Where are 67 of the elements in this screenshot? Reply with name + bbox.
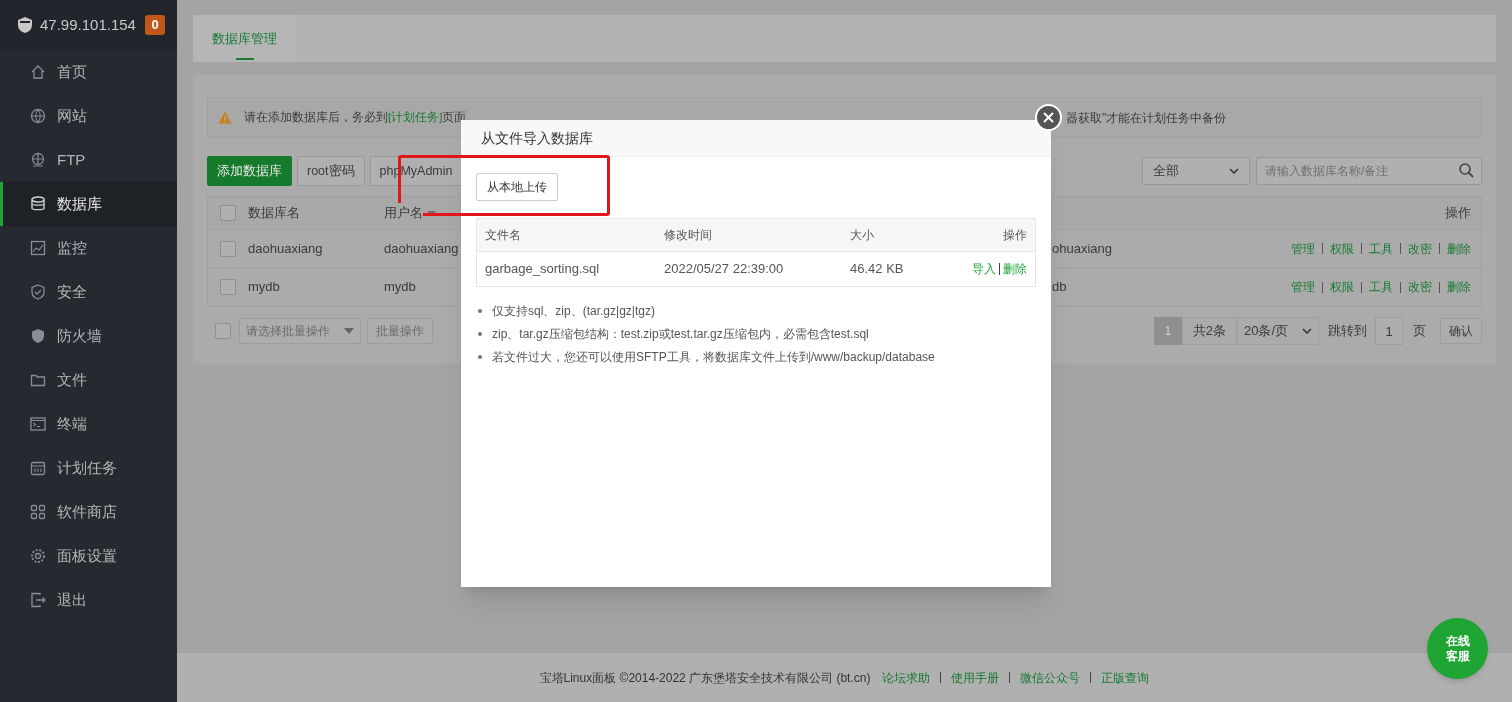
toolbar-button[interactable]: 添加数据库 — [207, 156, 292, 186]
batch-button[interactable]: 批量操作 — [367, 318, 433, 344]
action-link[interactable]: 删除 — [1447, 239, 1471, 258]
sidebar-item[interactable]: 软件商店 — [0, 490, 177, 534]
sidebar-item[interactable]: 终端 — [0, 402, 177, 446]
action-link[interactable]: 权限 — [1330, 278, 1354, 296]
goto-label: 跳转到 — [1328, 322, 1367, 341]
sidebar-item[interactable]: 面板设置 — [0, 534, 177, 578]
action-link[interactable]: 管理 — [1291, 278, 1315, 296]
column-header: 操作 — [1445, 204, 1472, 223]
action-link[interactable]: 删除 — [1003, 260, 1027, 278]
footer-link[interactable]: 正版查询 — [1101, 668, 1150, 687]
column-header: 大小 — [850, 227, 875, 244]
action-link[interactable]: 管理 — [1291, 239, 1315, 258]
sidebar-item[interactable]: 网站 — [0, 94, 177, 138]
sidebar-item[interactable]: 计划任务 — [0, 446, 177, 490]
column-header: 操作 — [1003, 227, 1027, 244]
note-text: 若文件过大，您还可以使用SFTP工具，将数据库文件上传到/www/backup/database — [492, 348, 935, 366]
action-link[interactable]: 导入 — [972, 260, 996, 278]
page-size-dropdown[interactable]: 20条/页 — [1237, 317, 1319, 345]
table-cell: daohuaxiang — [384, 240, 459, 256]
sidebar-item[interactable]: 安全 — [0, 270, 177, 314]
confirm-button[interactable]: 确认 — [1440, 318, 1482, 344]
upload-button[interactable]: 从本地上传 — [476, 173, 558, 201]
action-link[interactable]: 工具 — [1369, 239, 1393, 258]
footer-link[interactable]: 微信公众号 — [1020, 668, 1081, 687]
toolbar-button[interactable]: root密码 — [297, 156, 365, 186]
batch-dropdown[interactable]: 请选择批量操作 — [239, 318, 361, 344]
note-text: 仅支持sql、zip、(tar.gz|gz|tgz) — [492, 302, 655, 320]
total-count: 共2条 — [1181, 317, 1237, 345]
page-input[interactable]: 1 — [1375, 317, 1403, 345]
copyright-text: 宝塔Linux面板 ©2014-2022 广东堡塔安全技术有限公司 (bt.cn) — [539, 669, 871, 687]
table-cell-text: daohuaxiang — [248, 239, 324, 258]
sidebar-item[interactable]: FTP — [0, 138, 177, 182]
note-text: zip、tar.gz压缩包结构：test.zip或test.tar.gz压缩包内，必需包含test.sql — [492, 325, 869, 343]
notification-badge[interactable]: 0 — [145, 15, 165, 35]
page-label: 页 — [1413, 322, 1426, 341]
table-cell: mydb — [384, 279, 416, 295]
sidebar-item[interactable]: 退出 — [0, 578, 177, 622]
column-header: 数据库名 — [248, 204, 301, 223]
table-cell-text: 2022/05/27 22:39:00 — [664, 260, 785, 279]
sidebar-item[interactable]: 文件 — [0, 358, 177, 402]
table-cell-text: mydb — [248, 278, 281, 297]
action-link[interactable]: 权限 — [1330, 239, 1354, 258]
table-cell-text: ohuaxiang — [1052, 239, 1113, 258]
table-cell-text: garbage_sorting.sql — [485, 260, 601, 279]
notice-text: 器获取"才能在计划任务中备份 — [1066, 109, 1227, 127]
tab[interactable]: 数据库管理 — [193, 15, 296, 62]
action-link[interactable]: 删除 — [1447, 278, 1471, 296]
host-address: 47.99.101.154 — [40, 14, 136, 35]
footer-link[interactable]: 论坛求助 — [882, 668, 931, 687]
action-link[interactable]: 工具 — [1369, 278, 1393, 296]
table-cell-text: db — [1052, 278, 1068, 297]
table-cell-text: 46.42 KB — [850, 260, 905, 279]
sidebar-item[interactable]: 监控 — [0, 226, 177, 270]
sidebar-item[interactable]: 防火墙 — [0, 314, 177, 358]
dialog-title: 从文件导入数据库 — [461, 120, 1051, 157]
sidebar-item[interactable]: 数据库 — [0, 182, 177, 226]
filter-dropdown[interactable]: 全部 — [1142, 157, 1250, 185]
column-header: 文件名 — [485, 227, 522, 244]
footer-link[interactable]: 使用手册 — [951, 668, 1000, 687]
action-link[interactable]: 改密 — [1408, 239, 1432, 258]
column-header: 修改时间 — [664, 227, 713, 244]
task-link[interactable]: [计划任务] — [388, 110, 443, 123]
action-link[interactable]: 改密 — [1408, 278, 1432, 296]
search-field[interactable]: 请输入数据库名称/备注 — [1256, 157, 1482, 185]
sidebar-item[interactable]: 首页 — [0, 50, 177, 94]
